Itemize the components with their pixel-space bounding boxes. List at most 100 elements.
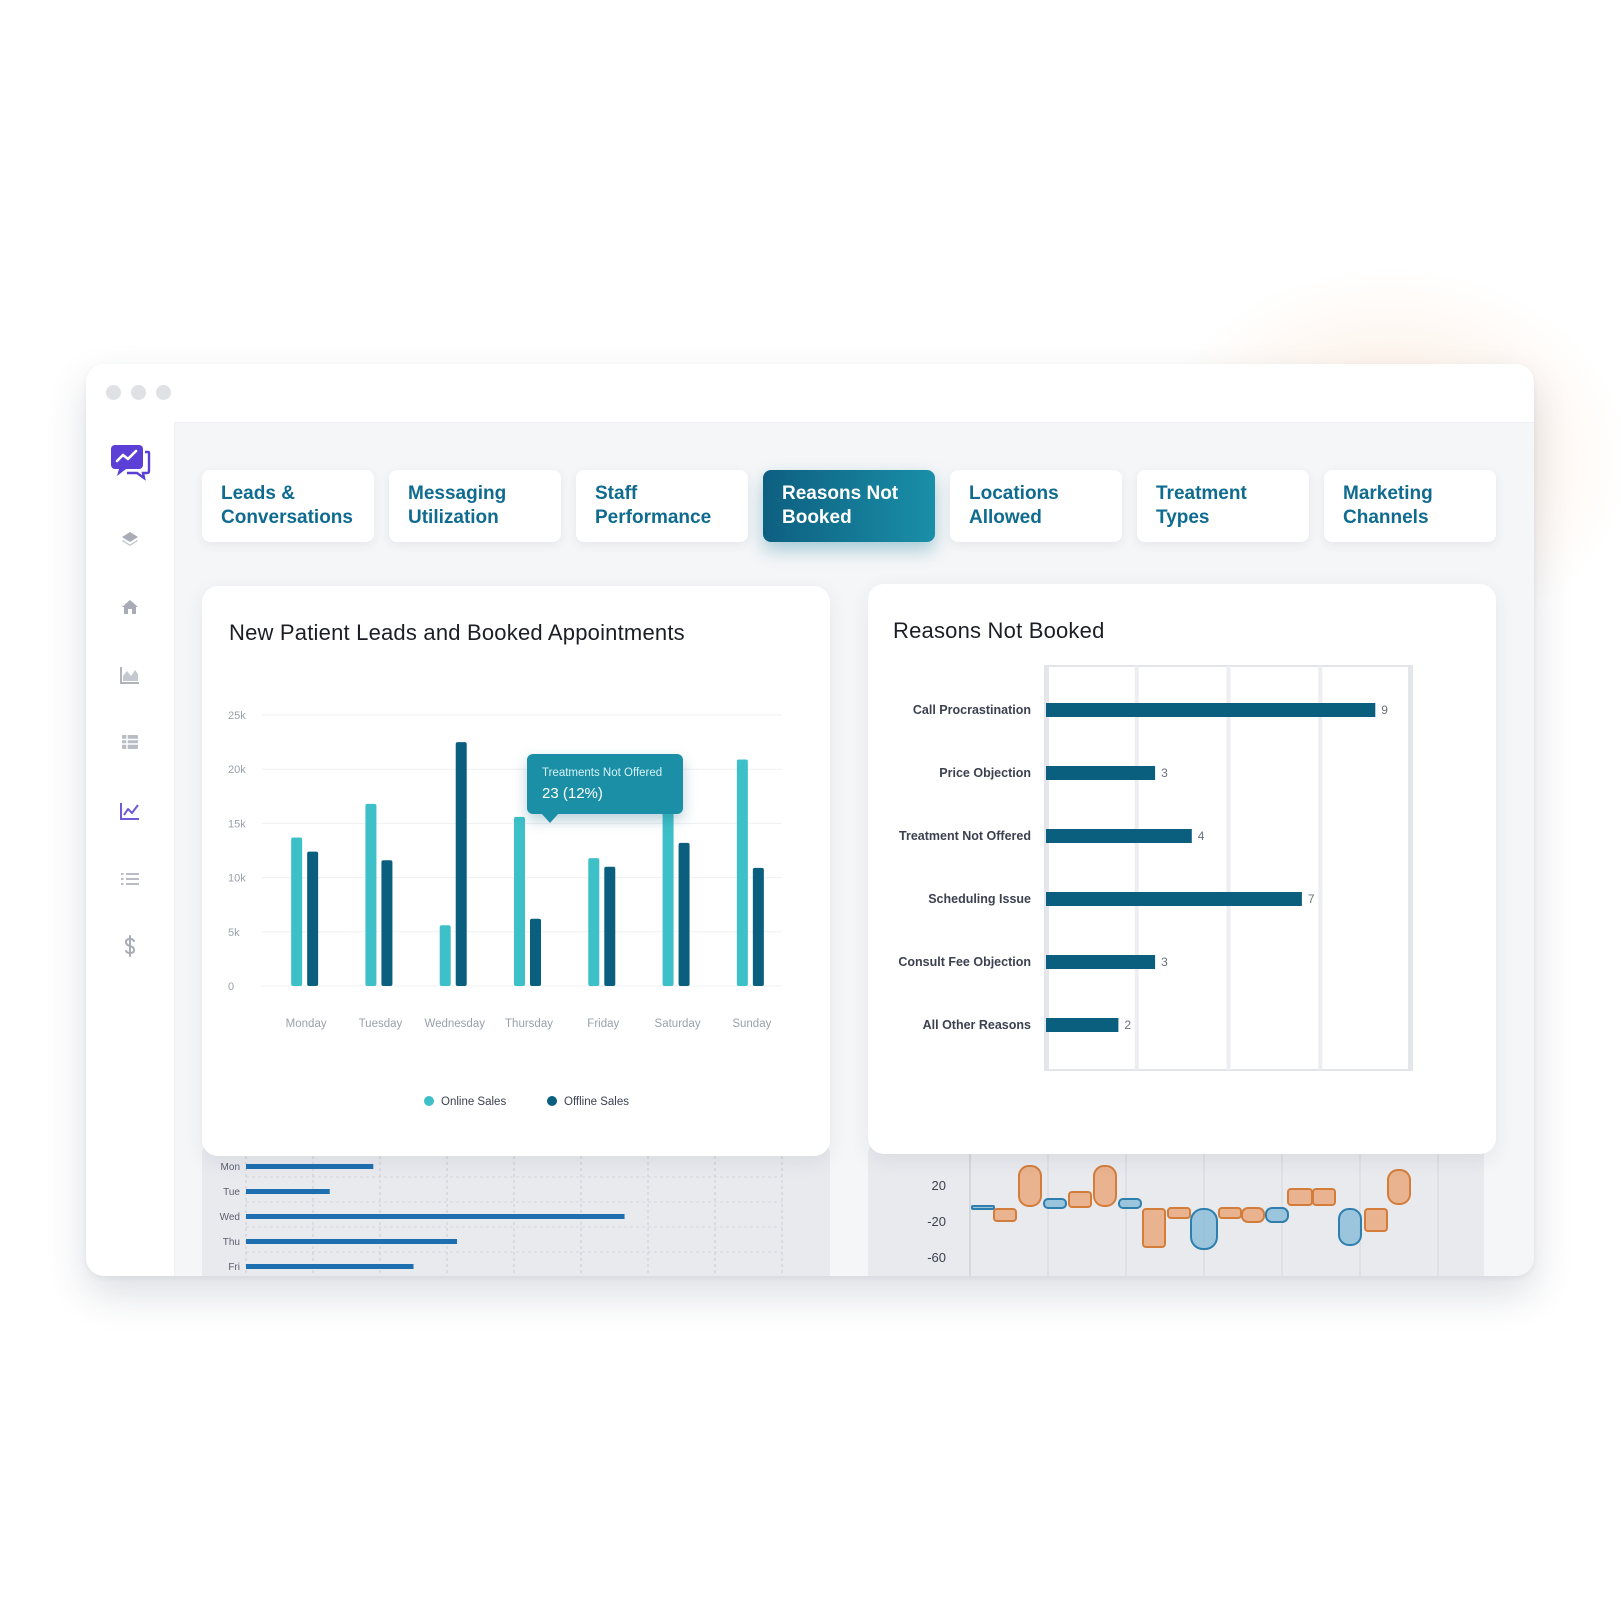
day-bar: [246, 1164, 374, 1169]
online-sales-bar: [736, 759, 748, 986]
dollar-icon[interactable]: [113, 929, 147, 963]
category-label: Treatment Not Offered: [899, 829, 1031, 843]
data-label: 4: [1198, 829, 1205, 843]
tooltip-title: Treatments Not Offered: [542, 767, 663, 779]
day-label: Tue: [223, 1187, 240, 1198]
offline-sales-bar: [604, 866, 616, 986]
reason-bar: [1046, 829, 1192, 843]
x-tick-label: Monday: [286, 1018, 327, 1030]
tab-treatment-types[interactable]: Treatment Types: [1137, 470, 1309, 542]
day-label: Thu: [223, 1237, 240, 1248]
orange-box: [1241, 1207, 1265, 1223]
reasons-not-booked-card: Reasons Not Booked Call Procrastination 9…: [868, 584, 1496, 1154]
chat-chart-logo-icon[interactable]: [108, 442, 152, 482]
weekday-bar-panel: Mon Tue Wed Thu Fri: [202, 1144, 830, 1276]
blue-box: [971, 1205, 995, 1210]
category-label: Scheduling Issue: [928, 892, 1031, 906]
x-gridline: [1134, 666, 1139, 1070]
window-maximize-dot[interactable]: [156, 385, 171, 400]
orange-box: [1093, 1165, 1117, 1207]
blue-box: [1043, 1198, 1067, 1209]
orange-box: [1218, 1207, 1242, 1219]
blue-box: [1118, 1198, 1142, 1209]
box-plot-panel: 20 -20 -60: [868, 1144, 1484, 1276]
tab-staff-performance[interactable]: Staff Performance: [576, 470, 748, 542]
tab-reasons-not-booked[interactable]: Reasons Not Booked: [763, 470, 935, 542]
area-chart-icon[interactable]: [113, 658, 147, 692]
reason-bar: [1046, 766, 1156, 780]
line-chart-icon[interactable]: [113, 794, 147, 828]
orange-box: [1068, 1191, 1092, 1208]
y-tick-label: -20: [927, 1214, 946, 1229]
day-label: Wed: [220, 1212, 240, 1223]
x-tick-label: Wednesday: [424, 1018, 485, 1030]
offline-sales-bar: [455, 742, 467, 986]
title-bar: [86, 364, 1534, 423]
weekday-bar-chart: Mon Tue Wed Thu Fri: [220, 1144, 783, 1276]
day-label: Fri: [228, 1262, 240, 1273]
data-label: 3: [1161, 955, 1168, 969]
online-sales-bar: [291, 837, 303, 986]
offline-sales-bar: [752, 867, 764, 986]
offline-sales-bar: [530, 918, 541, 986]
leads-bar-chart: 0 5k 10k 15k 20k 25k Monday Tuesday Wednesday Thu…: [228, 710, 782, 1108]
y-tick-label: 10k: [228, 873, 246, 885]
legend-marker: [424, 1096, 434, 1106]
online-sales-bar: [439, 925, 451, 986]
data-label: 7: [1308, 892, 1315, 906]
x-tick-label: Thursday: [505, 1018, 553, 1030]
y-tick-label: 25k: [228, 710, 246, 722]
reasons-bar-chart: Call Procrastination 9 Price Objection 3 Tre…: [898, 665, 1413, 1071]
x-tick-label: Tuesday: [359, 1018, 403, 1030]
y-tick-label: 20k: [228, 764, 246, 776]
category-label: Price Objection: [939, 766, 1031, 780]
y-tick-label: 5k: [228, 927, 240, 939]
offline-sales-bar: [307, 851, 319, 986]
orange-box: [1387, 1169, 1411, 1205]
tab-marketing-channels[interactable]: Marketing Channels: [1324, 470, 1496, 542]
day-label: Mon: [221, 1162, 240, 1173]
y-tick-label: 0: [228, 981, 234, 993]
table-icon[interactable]: [113, 725, 147, 759]
legend-marker: [547, 1096, 557, 1106]
tab-messaging-utilization[interactable]: Messaging Utilization: [389, 470, 561, 542]
x-tick-label: Saturday: [655, 1018, 701, 1030]
orange-box: [1364, 1208, 1388, 1232]
tab-locations-allowed[interactable]: Locations Allowed: [950, 470, 1122, 542]
y-tick-label: 20: [932, 1178, 946, 1193]
online-sales-bar: [662, 807, 674, 986]
legend-label: Offline Sales: [564, 1096, 629, 1108]
orange-box: [1142, 1208, 1166, 1248]
online-sales-bar: [514, 816, 525, 986]
offline-sales-bar: [678, 842, 690, 986]
tab-leads-conversations[interactable]: Leads & Conversations: [202, 470, 374, 542]
data-label: 3: [1161, 766, 1168, 780]
legend-label: Online Sales: [441, 1096, 506, 1108]
orange-box: [1167, 1207, 1191, 1219]
orange-box: [993, 1208, 1017, 1222]
home-icon[interactable]: [113, 590, 147, 624]
reason-bar: [1046, 892, 1302, 906]
layers-icon[interactable]: [113, 522, 147, 556]
window-minimize-dot[interactable]: [131, 385, 146, 400]
list-icon[interactable]: [113, 862, 147, 896]
offline-sales-bar: [381, 860, 393, 986]
box-plot-chart: 20 -20 -60: [927, 1144, 1439, 1276]
day-bar: [246, 1214, 625, 1219]
data-label: 9: [1381, 703, 1388, 717]
day-bar: [246, 1264, 414, 1269]
x-tick-label: Sunday: [732, 1018, 771, 1030]
window-close-dot[interactable]: [106, 385, 121, 400]
blue-box: [1190, 1208, 1218, 1250]
x-gridline: [1318, 666, 1323, 1070]
y-axis-line: [1045, 666, 1049, 1070]
online-sales-bar: [365, 803, 377, 986]
tooltip-pointer: [541, 813, 559, 823]
data-label: 2: [1124, 1018, 1131, 1032]
orange-box: [1018, 1165, 1042, 1207]
right-border: [1408, 666, 1412, 1070]
category-label: All Other Reasons: [923, 1018, 1031, 1032]
app-window: Leads & Conversations Messaging Utilizat…: [86, 364, 1534, 1276]
category-label: Consult Fee Objection: [898, 955, 1031, 969]
orange-box: [1312, 1188, 1336, 1206]
